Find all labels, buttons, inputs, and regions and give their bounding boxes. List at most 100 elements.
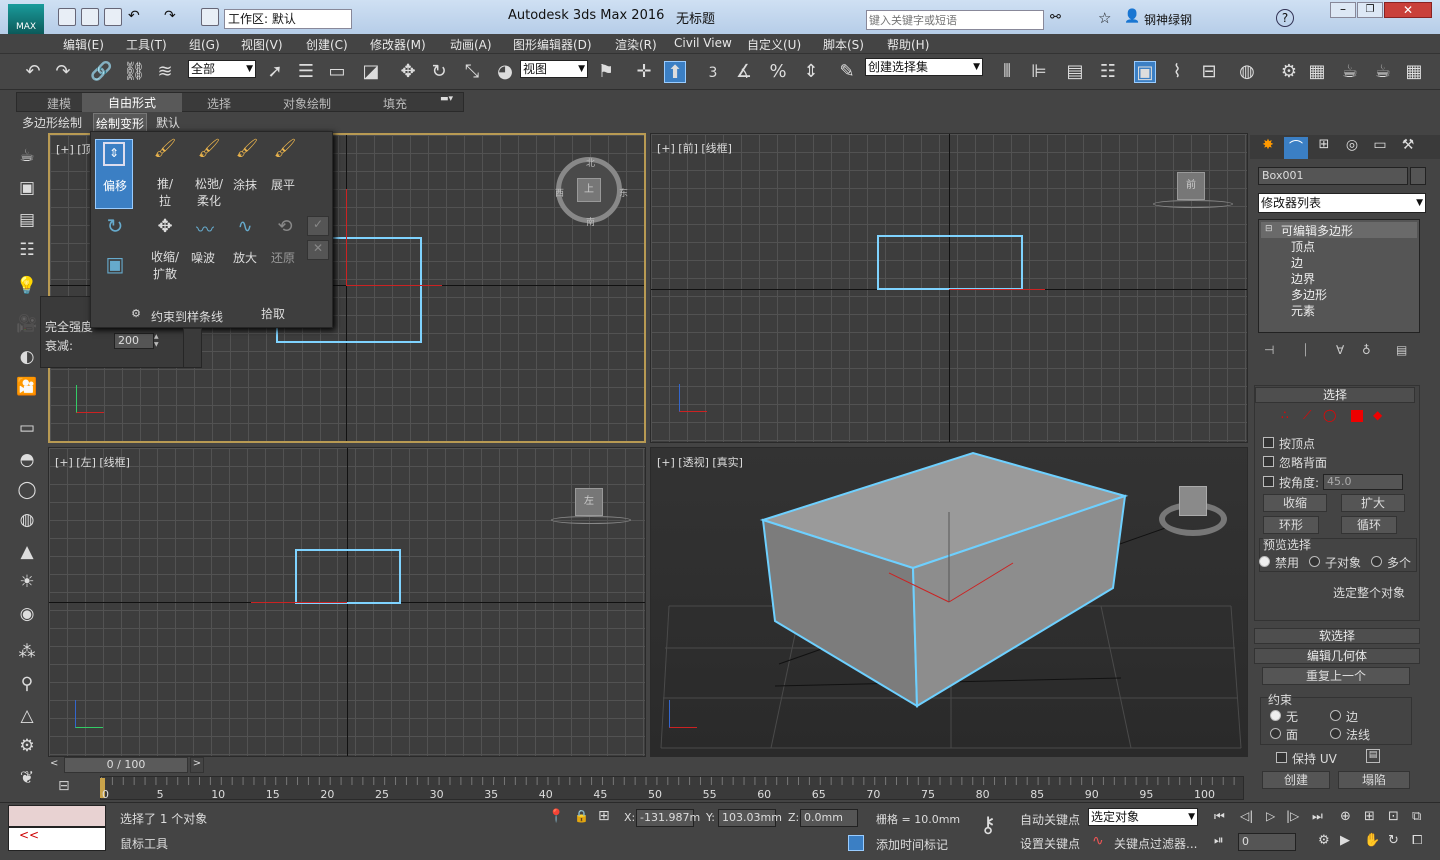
edit-geometry-rollout-header[interactable]: 编辑几何体 [1254, 648, 1420, 664]
preserve-uv-checkbox[interactable] [1276, 752, 1287, 763]
layer-list-icon[interactable]: ☷ [16, 239, 38, 261]
pick-button[interactable]: 拾取 [259, 305, 287, 322]
add-time-tag-icon[interactable] [848, 835, 864, 851]
render-window-icon[interactable]: ▦ [1403, 61, 1425, 83]
menu-graph-editors[interactable]: 图形编辑器(D) [513, 36, 592, 53]
redo-icon[interactable]: ↷ [164, 8, 182, 26]
z-coordinate-field[interactable]: 0.0mm [800, 809, 858, 827]
scale-icon[interactable]: ▣ [97, 252, 133, 276]
stack-edge[interactable]: 边 [1291, 254, 1303, 271]
snap-toggle-icon[interactable]: 3 [702, 61, 724, 83]
menu-views[interactable]: 视图(V) [241, 36, 283, 53]
menu-create[interactable]: 创建(C) [306, 36, 348, 53]
project-folder-icon[interactable] [201, 8, 219, 26]
selected-box[interactable] [295, 549, 401, 604]
by-vertex-checkbox[interactable] [1263, 437, 1274, 448]
viewport-label[interactable]: [+] [顶 [56, 141, 93, 157]
time-slider[interactable]: 0 / 100 [64, 757, 188, 773]
workspace-dropdown[interactable]: 工作区: 默认 [224, 9, 352, 29]
vertex-mode-icon[interactable]: ∴ [1281, 408, 1289, 422]
constrain-spline-label[interactable]: 约束到样条线 [151, 308, 223, 325]
viewcube-face[interactable]: 上 [577, 178, 601, 202]
pivot-center-icon[interactable]: ⚑ [595, 61, 617, 83]
spinner-snap-icon[interactable]: ⇕ [800, 61, 822, 83]
viewcube[interactable] [1159, 478, 1227, 542]
viewcube[interactable]: 左 [551, 488, 631, 528]
exaggerate-icon[interactable]: ∿ [227, 216, 263, 237]
remove-modifier-icon[interactable]: ♁ [1362, 343, 1371, 357]
preview-off-radio[interactable] [1259, 556, 1270, 567]
grow-button[interactable]: 扩大 [1341, 494, 1405, 512]
teapot-icon[interactable]: ☕ [16, 145, 38, 167]
align-icon[interactable]: ⊫ [1028, 61, 1050, 83]
menu-tools[interactable]: 工具(T) [126, 36, 167, 53]
repeat-last-button[interactable]: 重复上一个 [1262, 667, 1410, 685]
pyramid-icon[interactable]: △ [16, 705, 38, 727]
key-mode-dropdown[interactable]: 选定对象 [1088, 808, 1198, 826]
percent-snap-icon[interactable]: % [767, 61, 789, 83]
create-button[interactable]: 创建 [1262, 771, 1330, 789]
subtab-defaults[interactable]: 默认 [156, 114, 180, 131]
bind-spacewarp-icon[interactable]: ≋ [154, 61, 176, 83]
menu-customize[interactable]: 自定义(U) [747, 36, 801, 53]
tab-populate[interactable]: 填充 [383, 95, 407, 112]
viewcube[interactable]: 上 北 南 东 西 [555, 157, 628, 228]
falloff-spinner[interactable]: 200 [114, 333, 154, 349]
render-teapot-icon[interactable]: ☕ [1339, 61, 1361, 83]
stack-element[interactable]: 元素 [1291, 302, 1315, 319]
user-icon[interactable]: 👤 [1124, 9, 1140, 24]
spinner-arrows-icon[interactable]: ▲ ▼ [154, 333, 162, 349]
sphere-icon[interactable]: ◯ [16, 479, 38, 501]
create-tab-icon[interactable]: ✸ [1256, 137, 1280, 159]
flatten-icon[interactable]: 🖌 [267, 138, 303, 159]
menu-animation[interactable]: 动画(A) [450, 36, 492, 53]
close-button[interactable]: ✕ [1384, 2, 1432, 18]
selection-filter-dropdown[interactable]: 全部 [188, 60, 256, 78]
auto-key-button[interactable]: 自动关键点 [1020, 811, 1080, 828]
gear-icon[interactable]: ⚙ [16, 735, 38, 757]
hierarchy-tab-icon[interactable]: ⊞ [1312, 137, 1336, 159]
tab-freeform[interactable]: 自由形式 [82, 93, 183, 112]
absolute-mode-icon[interactable]: ⊞ [598, 808, 610, 824]
exaggerate-label[interactable]: 放大 [229, 249, 261, 266]
molecule-icon[interactable]: ⚲ [16, 673, 38, 695]
viewcube-face[interactable] [1179, 486, 1207, 516]
rendered-frame-icon[interactable]: ▦ [1306, 61, 1328, 83]
make-unique-icon[interactable]: ∀ [1336, 343, 1344, 357]
curve-editor-mini-icon[interactable]: ⊟ [58, 778, 70, 794]
motion-tab-icon[interactable]: ◎ [1340, 137, 1364, 159]
preserve-uv-settings-icon[interactable]: ▤ [1366, 749, 1380, 763]
relax-label[interactable]: 松弛/柔化 [193, 176, 225, 210]
unlink-icon[interactable]: ⛓ [123, 61, 146, 83]
tab-object-paint[interactable]: 对象绘制 [283, 95, 331, 112]
viewcube[interactable]: 前 [1153, 172, 1233, 212]
viewport-label[interactable]: [+] [左] [线框] [55, 454, 130, 470]
menu-scripting[interactable]: 脚本(S) [823, 36, 864, 53]
field-of-view-icon[interactable]: ▶ [1340, 833, 1350, 848]
graphite-toggle-icon[interactable]: ▣ [1134, 61, 1156, 83]
move-icon[interactable]: ✥ [397, 61, 419, 83]
new-file-icon[interactable] [58, 8, 76, 26]
stack-vertex[interactable]: 顶点 [1291, 238, 1315, 255]
display-tab-icon[interactable]: ▭ [1368, 137, 1392, 159]
manipulate-icon[interactable]: ✛ [633, 61, 655, 83]
menu-modifiers[interactable]: 修改器(M) [370, 36, 426, 53]
rotate-icon[interactable]: ↻ [428, 61, 450, 83]
full-strength-label[interactable]: 完全强度 [45, 318, 93, 335]
window-crossing-icon[interactable]: ◪ [360, 61, 382, 83]
angle-spinner[interactable]: 45.0 [1323, 474, 1403, 490]
material-editor-icon[interactable]: ◍ [1236, 61, 1258, 83]
pin-stack-icon[interactable]: ⊣ [1264, 343, 1274, 357]
current-frame-field[interactable]: 0 [1238, 833, 1296, 851]
preview-subobject-radio[interactable] [1309, 556, 1320, 567]
place-icon[interactable]: ◕ [494, 61, 516, 83]
plane-icon[interactable]: ▭ [16, 417, 38, 439]
viewport-label[interactable]: [+] [前] [线框] [657, 140, 732, 156]
curve-editor-icon[interactable]: ⌇ [1166, 61, 1188, 83]
noise-icon[interactable]: 〰 [187, 216, 223, 242]
utilities-tab-icon[interactable]: ⚒ [1396, 137, 1420, 159]
stack-editable-poly[interactable]: 可编辑多边形 [1261, 222, 1417, 238]
edge-mode-icon[interactable]: ⟋ [1303, 408, 1311, 423]
user-name[interactable]: 钢神绿钢 [1144, 11, 1192, 28]
menu-edit[interactable]: 编辑(E) [63, 36, 104, 53]
